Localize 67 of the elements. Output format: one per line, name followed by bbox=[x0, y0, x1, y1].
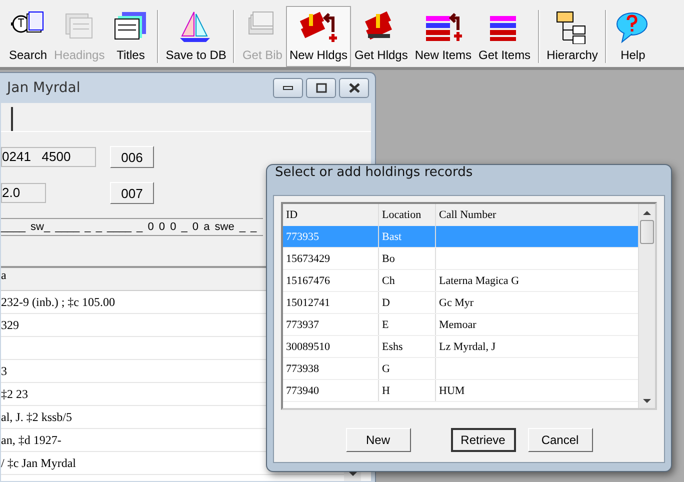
close-icon bbox=[348, 83, 360, 93]
toolbar-button[interactable]: Hierarchy bbox=[544, 6, 601, 67]
table-cell: al, J. ‡2 kssb/5 bbox=[1, 410, 72, 424]
table-row[interactable]: 773937 E Memoar bbox=[283, 314, 638, 336]
table-row[interactable]: 30089510 Eshs Lz Myrdal, J bbox=[283, 336, 638, 358]
scrollbar[interactable] bbox=[638, 204, 655, 408]
table-cell: 30089510 bbox=[286, 340, 330, 352]
field-button[interactable]: 006 bbox=[110, 146, 154, 168]
table-row[interactable]: 15673429 Bo bbox=[283, 248, 638, 270]
table-cell: G bbox=[382, 362, 390, 374]
table-cell: E bbox=[382, 318, 389, 330]
window-title: Jan Myrdal bbox=[7, 80, 80, 96]
toolbar-button[interactable]: Titles bbox=[108, 6, 153, 67]
table-row[interactable]: 773940 H HUM bbox=[283, 380, 638, 402]
toolbar-button[interactable]: New Hldgs bbox=[286, 6, 350, 67]
toolbar-button[interactable]: Save to DB bbox=[162, 6, 230, 67]
dialog-button[interactable]: New bbox=[346, 428, 410, 452]
close-button[interactable] bbox=[339, 78, 369, 98]
table-cell: Gc Myr bbox=[439, 296, 474, 308]
table-cell: 232-9 (inb.) ; ‡c 105.00 bbox=[1, 294, 115, 310]
table-cell: Bast bbox=[382, 230, 402, 242]
dialog-button[interactable]: Cancel bbox=[528, 428, 592, 452]
table-cell: 329 bbox=[1, 318, 19, 332]
table-row[interactable]: 773938 G bbox=[283, 358, 638, 380]
toolbar-button[interactable]: Get Items bbox=[476, 6, 534, 67]
table-cell: 15673429 bbox=[286, 252, 330, 264]
toolbar-button[interactable]: Help bbox=[610, 6, 655, 67]
scroll-thumb[interactable] bbox=[640, 220, 654, 244]
table-cell: an, ‡d 1927- bbox=[1, 432, 62, 448]
input-field[interactable]: 0241 4500 bbox=[1, 147, 96, 167]
table-cell: Lz Myrdal, J bbox=[439, 340, 496, 352]
table-cell: 3 bbox=[1, 364, 7, 378]
table-cell: Eshs bbox=[382, 340, 403, 352]
maximize-button[interactable] bbox=[306, 78, 336, 98]
table-cell: Memoar bbox=[439, 318, 476, 330]
table-row[interactable]: 15012741 D Gc Myr bbox=[283, 292, 638, 314]
column-header[interactable]: Call Number bbox=[436, 204, 638, 226]
table-cell: 15012741 bbox=[286, 296, 330, 308]
table-cell: 773935 bbox=[286, 230, 319, 242]
toolbar-button[interactable]: Get Hldgs bbox=[352, 6, 411, 67]
table-cell: Ch bbox=[382, 274, 395, 286]
minimize-icon bbox=[283, 86, 293, 90]
scroll-down-icon[interactable] bbox=[643, 399, 651, 403]
table-cell: H bbox=[382, 384, 390, 396]
dialog-title: Select or add holdings records bbox=[274, 165, 474, 182]
scroll-up-icon[interactable] bbox=[643, 211, 651, 215]
table-cell: 15167476 bbox=[286, 274, 330, 286]
maximize-icon bbox=[316, 83, 326, 93]
field-button[interactable]: 007 bbox=[110, 182, 154, 204]
table-row[interactable]: 15167476 Ch Laterna Magica G bbox=[283, 270, 638, 292]
table-cell: / ‡c Jan Myrdal bbox=[1, 456, 76, 470]
table-cell: 773940 bbox=[286, 384, 319, 396]
table-cell: 773938 bbox=[286, 362, 319, 374]
toolbar-button[interactable]: Search bbox=[6, 6, 50, 67]
table-cell: D bbox=[382, 296, 390, 308]
colored-stack-add-icon bbox=[424, 10, 462, 44]
input-field[interactable]: 2.0 bbox=[1, 183, 46, 203]
dialog-button[interactable]: Retrieve bbox=[450, 428, 516, 452]
table-cell: Laterna Magica G bbox=[439, 274, 520, 286]
toolbar-button[interactable]: New Items bbox=[412, 6, 475, 67]
books-add-icon bbox=[299, 10, 338, 44]
table-cell: 773937 bbox=[286, 318, 319, 330]
table-cell: ‡2 23 bbox=[1, 386, 28, 402]
fixed-field-line: ____ sw_ ____ _ _ ____ _ 0 0 0 _ 0 a swe _ _ bbox=[1, 218, 263, 236]
table-cell: HUM bbox=[439, 384, 465, 396]
table-cell: Bo bbox=[382, 252, 395, 264]
minimize-button[interactable] bbox=[273, 78, 303, 98]
